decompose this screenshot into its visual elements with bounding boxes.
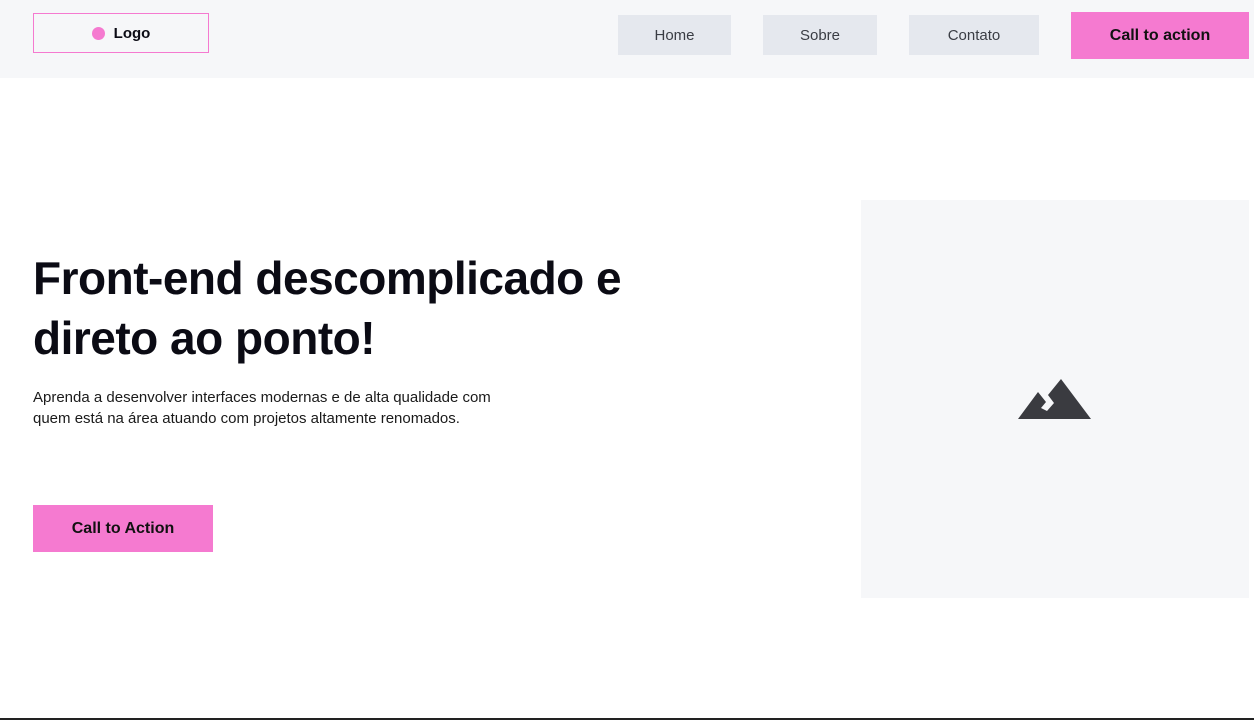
logo-dot-icon: [91, 26, 105, 40]
hero-cta-button[interactable]: Call to Action: [33, 505, 213, 552]
hero-image-placeholder: [861, 200, 1249, 598]
nav-home[interactable]: Home: [618, 15, 731, 55]
image-placeholder-icon: [1018, 379, 1091, 419]
hero-description: Aprenda a desenvolver interfaces moderna…: [33, 389, 491, 427]
header: Logo Home Sobre Contato Call to action: [0, 0, 1254, 78]
nav-sobre[interactable]: Sobre: [763, 15, 877, 55]
logo[interactable]: Logo: [33, 13, 209, 53]
nav-contato[interactable]: Contato: [909, 15, 1039, 55]
logo-text: Logo: [113, 24, 151, 42]
hero-title: Front-end descomplicado e direto ao pont…: [33, 252, 622, 364]
header-cta-button[interactable]: Call to action: [1071, 12, 1249, 59]
